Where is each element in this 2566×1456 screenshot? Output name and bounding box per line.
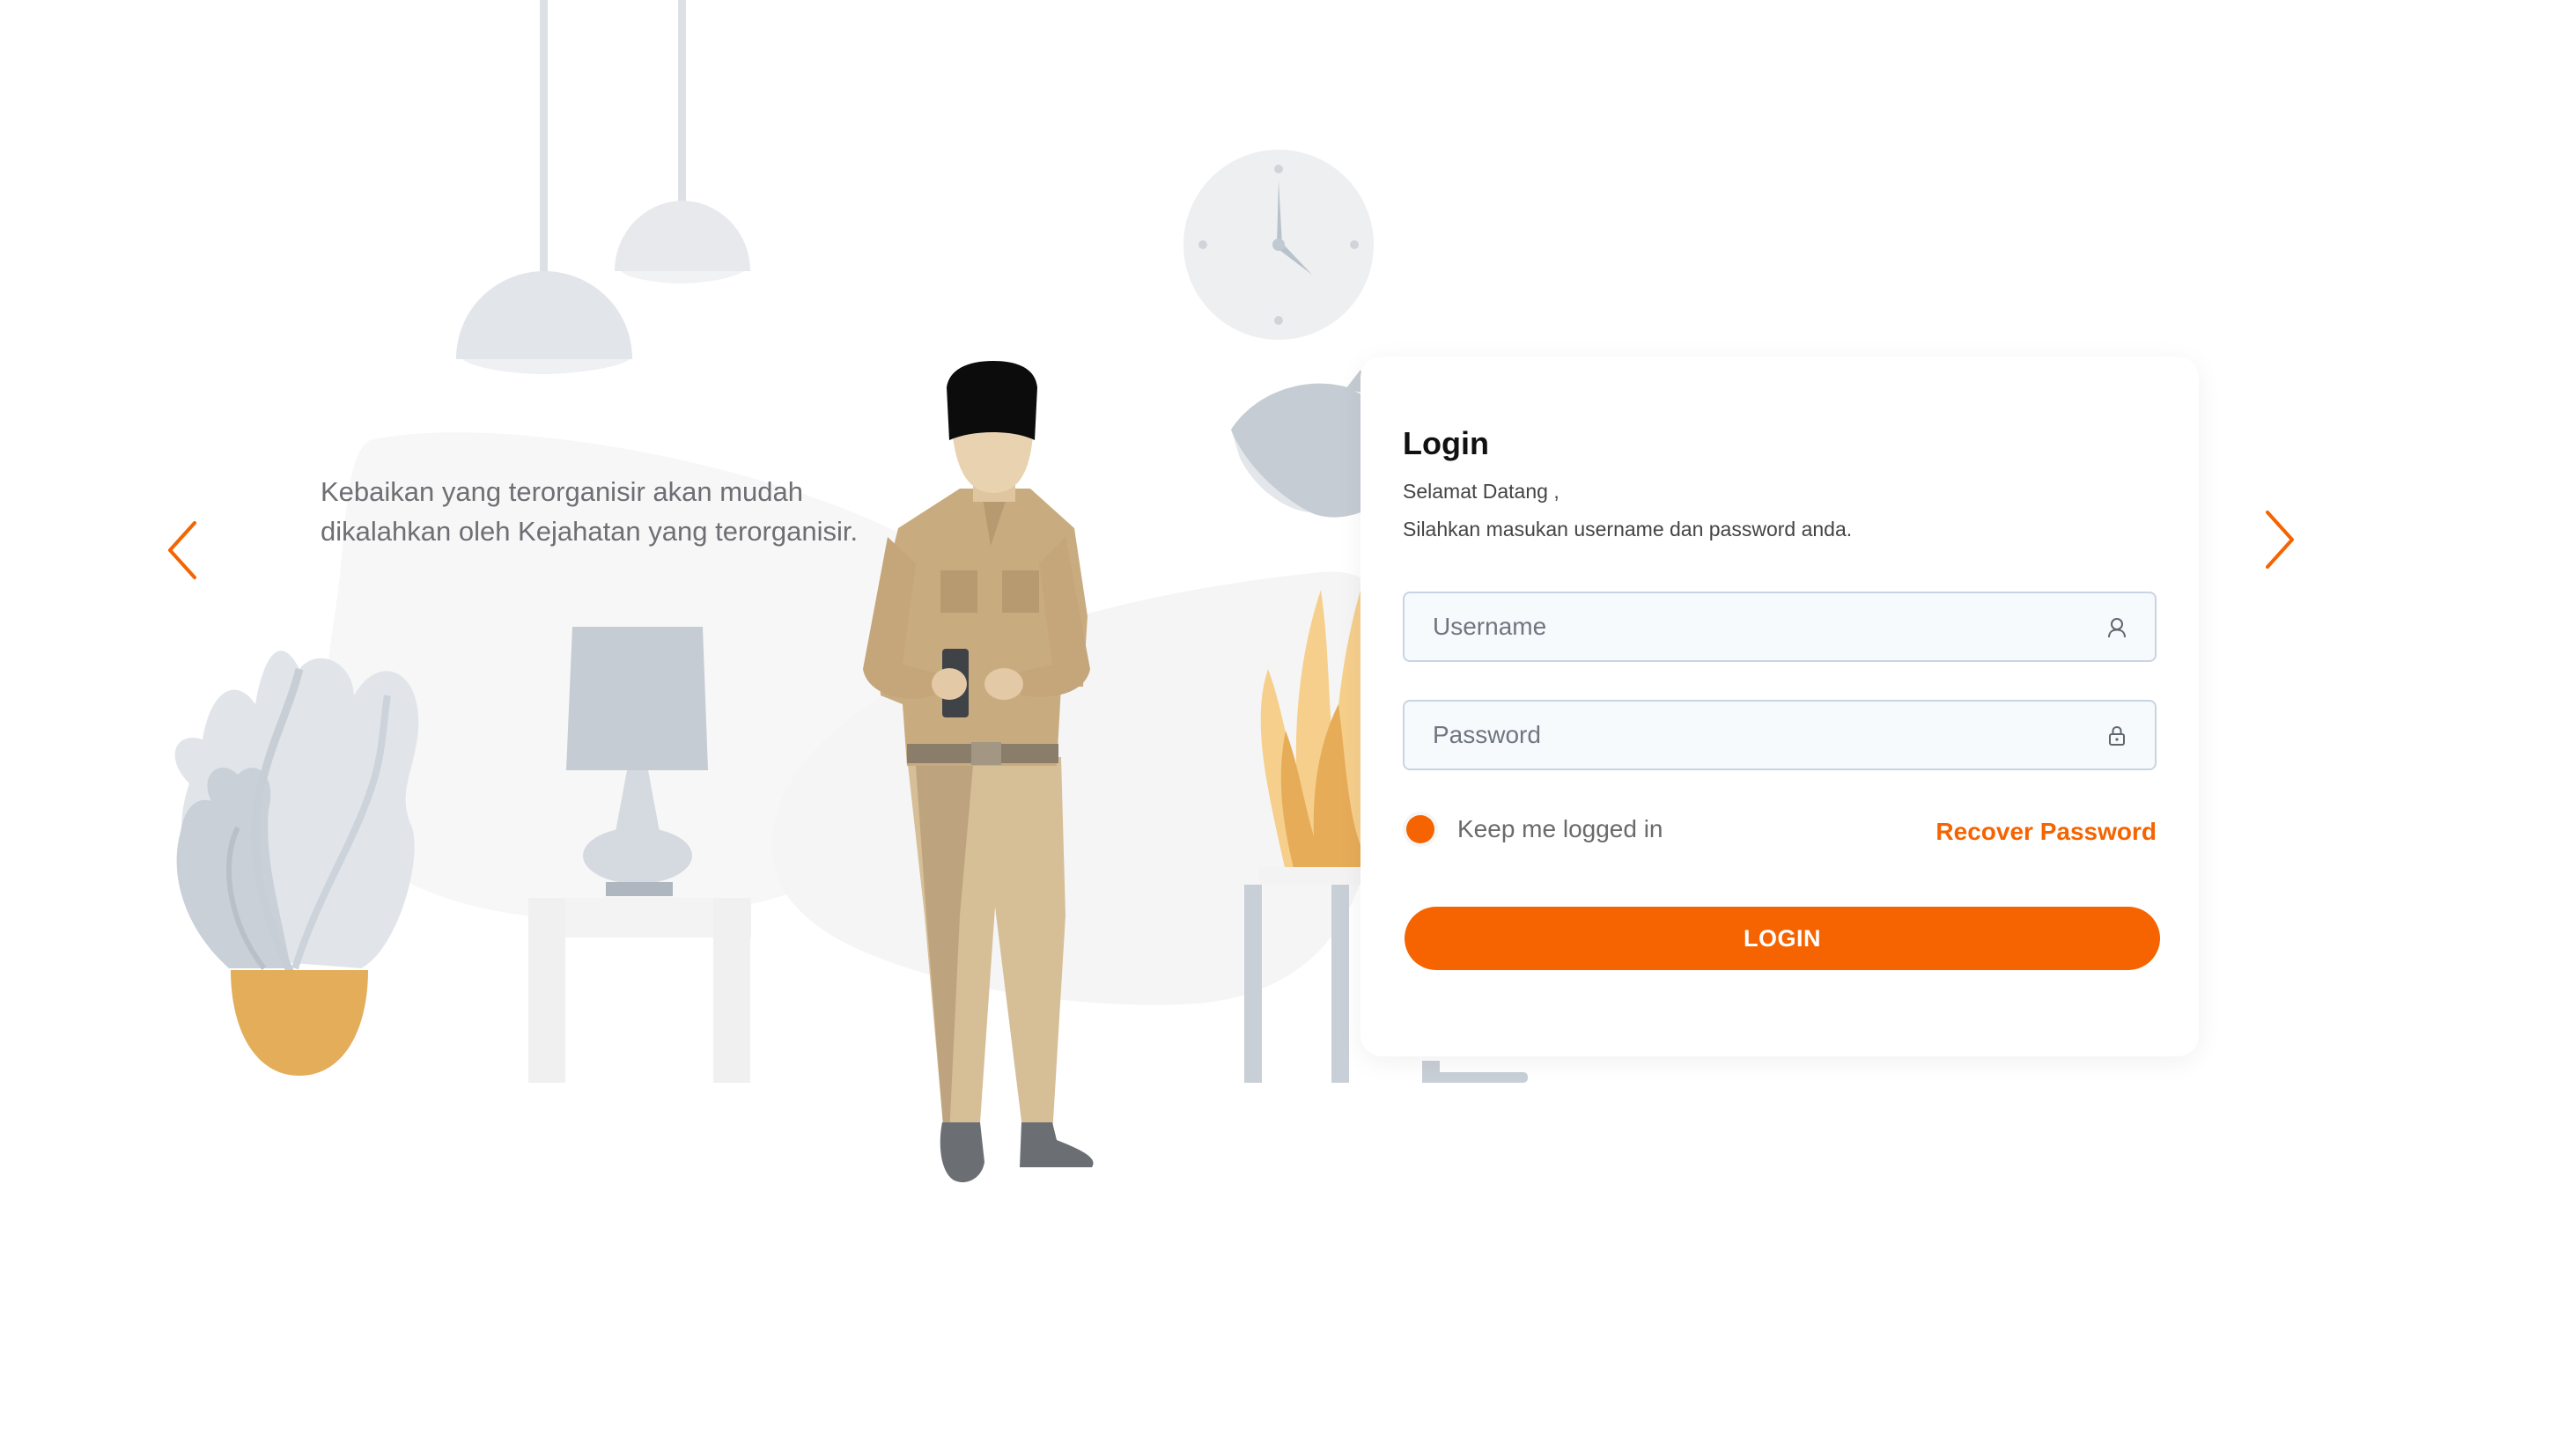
instruction-text: Silahkan masukan username dan password a… (1403, 518, 1853, 540)
recover-password-link[interactable]: Recover Password (1936, 818, 2157, 846)
password-input[interactable] (1405, 702, 2155, 768)
login-button[interactable]: LOGIN (1405, 907, 2160, 970)
username-field (1403, 592, 2157, 662)
keep-logged-in-label: Keep me logged in (1457, 815, 1663, 842)
chevron-right-icon (2266, 511, 2294, 569)
username-input[interactable] (1405, 593, 2155, 660)
carousel-prev-button[interactable] (151, 511, 213, 590)
carousel-next-button[interactable] (2249, 500, 2311, 579)
radio-selected-indicator (1406, 815, 1434, 843)
illustration-quote: Kebaikan yang terorganisir akan mudah di… (321, 476, 859, 547)
keep-logged-in-toggle[interactable]: Keep me logged in (1403, 810, 1663, 849)
login-card: Login Selamat Datang , Silahkan masukan … (1360, 357, 2199, 1056)
lock-icon (2109, 725, 2125, 746)
login-title: Login (1403, 425, 1489, 461)
chevron-left-icon (168, 521, 196, 579)
greeting-text: Selamat Datang , (1403, 480, 1560, 503)
password-field (1403, 700, 2157, 770)
keep-logged-in-radio[interactable] (1403, 812, 1438, 847)
user-icon (2108, 618, 2126, 638)
